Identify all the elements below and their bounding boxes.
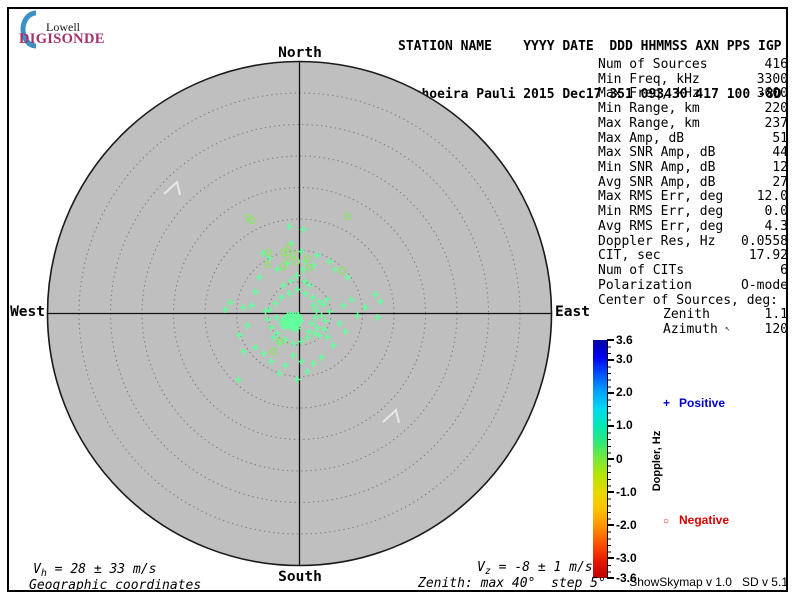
colorbar-major-tick — [607, 577, 614, 579]
stat-value: 17.92 — [748, 248, 788, 264]
colorbar-tick-label: 1.0 — [616, 418, 633, 433]
zenith-scale-note: Zenith: max 40° step 5° — [418, 576, 606, 591]
stat-value: 27 — [772, 174, 788, 190]
stat-label: Min Freq, kHz — [598, 71, 700, 87]
stat-value: 3300 — [756, 71, 788, 87]
stat-row: Max SNR Amp, dB 44 — [598, 146, 788, 161]
colorbar-major-tick — [607, 424, 614, 427]
stat-label: Num of CITs — [598, 263, 685, 279]
compass-west-label: West — [10, 304, 45, 320]
stat-value: 1.1 — [764, 307, 788, 323]
stat-value: 12.0 — [756, 189, 788, 205]
colorbar-major-tick — [607, 391, 614, 394]
colorbar-major-tick — [607, 339, 614, 341]
legend-positive: + Positive — [663, 396, 725, 410]
stat-label: Max Amp, dB — [598, 130, 685, 146]
vz-symbol: V — [477, 560, 485, 575]
legend-negative: ○ Negative — [663, 513, 729, 527]
stat-label: Max SNR Amp, dB — [598, 145, 716, 161]
stat-row: Num of CITs 6 — [598, 263, 788, 279]
stat-label: Polarization — [598, 277, 692, 293]
stat-label: Min Range, km — [598, 101, 700, 117]
stat-value: 3600 — [756, 86, 788, 102]
colorbar-tick-label: -2.0 — [616, 517, 637, 532]
stat-row: Zenith 1.1 — [598, 307, 788, 323]
coordinates-mode-label: Geographic coordinates — [29, 578, 202, 593]
colorbar-tick-label: -1.0 — [616, 484, 637, 499]
stat-label: CIT, sec — [598, 248, 661, 264]
stat-label: Avg SNR Amp, dB — [598, 174, 716, 190]
stat-row: Max Range, km 237 — [598, 115, 788, 132]
stat-value: 51 — [772, 130, 788, 146]
stat-label: Avg RMS Err, deg — [598, 218, 724, 234]
colorbar-tick-label: 2.0 — [616, 385, 633, 400]
stat-value: 220 — [764, 101, 788, 117]
stat-value: 120 — [764, 321, 788, 337]
stat-label: Max RMS Err, deg — [598, 189, 724, 205]
logo-digisonde-text: DIGISONDE — [19, 31, 105, 47]
stat-value: 6 — [780, 263, 788, 279]
stat-value: 237 — [764, 115, 788, 131]
colorbar-major-tick — [607, 557, 614, 560]
stat-value: 12 — [772, 160, 788, 176]
colorbar-major-tick — [607, 458, 614, 460]
stat-value: 0.0 — [764, 204, 788, 220]
colorbar-title: Doppler, Hz — [651, 430, 663, 492]
colorbar-tick-label: 3.6 — [616, 332, 633, 347]
stat-row: Min Freq, kHz 3300 — [598, 71, 788, 88]
colorbar-tick-label: 0 — [616, 451, 623, 466]
circle-marker-icon: ○ — [663, 516, 670, 527]
stat-label: Zenith — [663, 307, 710, 323]
stat-row: Polarization O-mode — [598, 277, 788, 294]
stat-label: Min SNR Amp, dB — [598, 160, 716, 176]
stat-value: 416 — [764, 57, 788, 72]
stat-row: Min Range, km 220 — [598, 101, 788, 117]
stat-value: 0.0558 — [741, 233, 788, 249]
stat-value: 44 — [772, 145, 788, 161]
colorbar-major-tick — [607, 491, 614, 494]
compass-north-label: North — [278, 45, 322, 61]
measurement-stats-panel: Num of Sources 416 Min Freq, kHz 3300 Max Fr… — [598, 57, 788, 338]
showskymap-window: { "logo": { "line1": "Lowell", "line2": … — [0, 0, 800, 600]
stat-label: Min RMS Err, deg — [598, 204, 724, 220]
stat-row: Num of Sources 416 — [598, 57, 788, 73]
colorbar-major-tick — [607, 358, 614, 361]
azimuth-arrow-icon: ↖ — [724, 323, 731, 334]
compass-east-label: East — [555, 304, 590, 320]
stat-row: Max Freq, kHz 3600 — [598, 87, 788, 102]
stat-label: Max Freq, kHz — [598, 86, 700, 102]
stat-row: Avg SNR Amp, dB 27 — [598, 174, 788, 191]
colorbar-major-tick — [607, 524, 614, 527]
legend-negative-label: Negative — [679, 513, 730, 527]
compass-south-label: South — [278, 569, 322, 585]
plus-marker-icon: + — [663, 396, 671, 410]
stat-row: Max Amp, dB 51 — [598, 130, 788, 147]
stat-row: Center of Sources, deg: — [598, 292, 788, 309]
stat-value: O-mode — [741, 277, 788, 293]
stat-row: Doppler Res, Hz 0.0558 — [598, 233, 788, 250]
skymap-polar-plot — [46, 60, 553, 567]
colorbar-tick-label: 3.0 — [616, 352, 633, 367]
stat-label: Num of Sources — [598, 57, 708, 72]
stat-label: Center of Sources, deg: — [598, 292, 779, 308]
stat-row: Min SNR Amp, dB 12 — [598, 160, 788, 176]
vz-text: = -8 ± 1 m/s — [490, 560, 593, 575]
app-version-label: ShowSkymap v 1.0 SD v 5.1 — [629, 575, 788, 589]
vertical-velocity-value: Vz = -8 ± 1 m/s — [477, 560, 593, 577]
vh-text: = 28 ± 33 m/s — [46, 562, 157, 577]
stat-row: Avg RMS Err, deg 4.3 — [598, 218, 788, 235]
stat-row: Min RMS Err, deg 0.0 — [598, 204, 788, 220]
stat-label: Doppler Res, Hz — [598, 233, 716, 249]
stat-row: Max RMS Err, deg 12.0 — [598, 190, 788, 205]
colorbar-tick-label: -3.0 — [616, 550, 637, 565]
stat-label: Max Range, km — [598, 115, 700, 131]
stat-row: CIT, sec 17.92 — [598, 249, 788, 264]
doppler-colorbar — [593, 340, 608, 578]
lowell-digisonde-logo: Lowell DIGISONDE — [11, 9, 121, 49]
vh-symbol: V — [33, 562, 41, 577]
legend-positive-label: Positive — [679, 396, 726, 410]
horizontal-velocity-value: Vh = 28 ± 33 m/s — [33, 562, 156, 579]
stat-value: 4.3 — [764, 218, 788, 234]
